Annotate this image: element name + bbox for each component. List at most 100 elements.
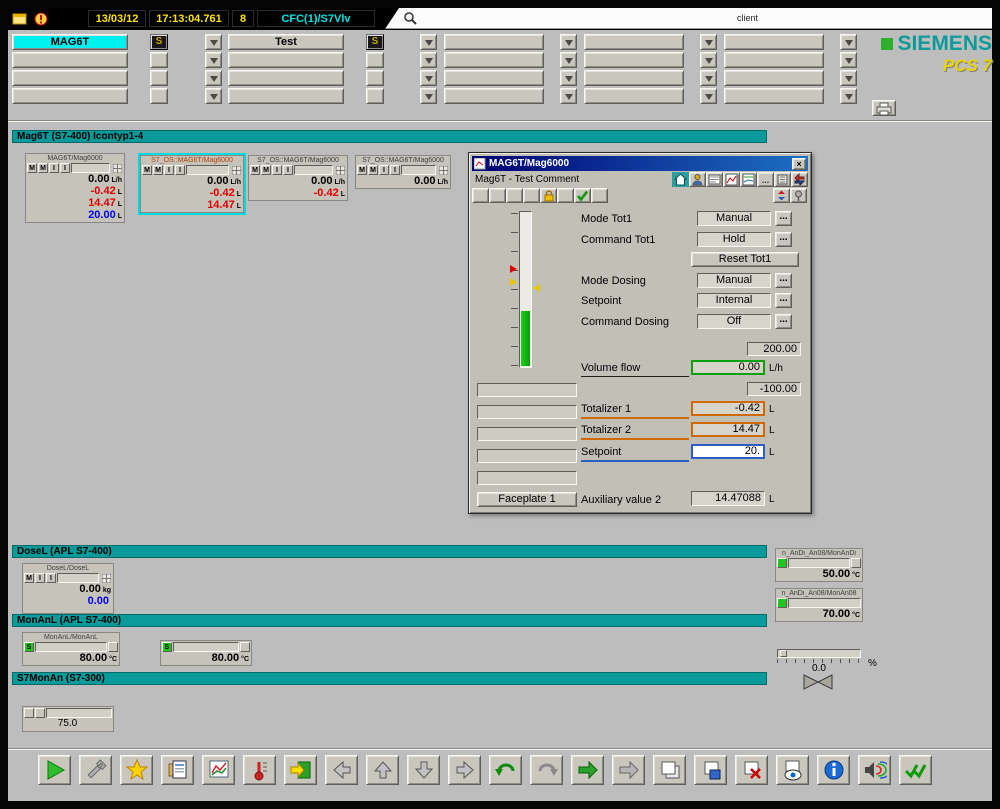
print-button[interactable]: [872, 100, 896, 116]
picture-preview-button[interactable]: [776, 755, 809, 785]
area-button-empty[interactable]: [584, 88, 684, 104]
mode-button-m[interactable]: M: [27, 163, 37, 173]
mode-button-i[interactable]: I: [46, 573, 56, 583]
confirm-button[interactable]: [574, 188, 591, 203]
command-button-3[interactable]: [506, 188, 523, 203]
redo-button[interactable]: [530, 755, 563, 785]
acknowledge-button[interactable]: [899, 755, 932, 785]
area-button-empty[interactable]: [584, 52, 684, 68]
mode-button-i[interactable]: I: [60, 163, 70, 173]
mode-button-m[interactable]: M: [24, 573, 34, 583]
block-icon-s7monan[interactable]: 75.0: [22, 706, 114, 732]
group-status-button-empty[interactable]: [150, 52, 168, 68]
area-button-empty[interactable]: [584, 34, 684, 50]
slider-track[interactable]: [777, 649, 861, 658]
mode-tot1-more-button[interactable]: ...: [775, 211, 792, 226]
picture-save-button[interactable]: [694, 755, 727, 785]
area-dropdown-2[interactable]: [420, 34, 437, 50]
sound-button[interactable]: [858, 755, 891, 785]
area-button-empty[interactable]: [444, 52, 544, 68]
setpoint-input[interactable]: 20.: [691, 444, 765, 459]
mini-button[interactable]: [35, 708, 45, 718]
area-dropdown[interactable]: [700, 52, 717, 68]
mode-dosing-value[interactable]: Manual: [697, 273, 771, 288]
command-button-1[interactable]: [472, 188, 489, 203]
group-status-button-1[interactable]: S: [150, 34, 168, 50]
mode-button-m[interactable]: M: [142, 165, 152, 175]
mode-button-i[interactable]: I: [175, 165, 185, 175]
area-dropdown[interactable]: [205, 88, 222, 104]
mode-button-i[interactable]: I: [390, 165, 400, 175]
area-dropdown[interactable]: [420, 70, 437, 86]
area-dropdown[interactable]: [840, 52, 857, 68]
picture-change-button[interactable]: [284, 755, 317, 785]
faceplate1-button[interactable]: Faceplate 1: [477, 492, 577, 507]
mode-button-i[interactable]: I: [283, 165, 293, 175]
mode-dosing-more-button[interactable]: ...: [775, 273, 792, 288]
setpoint-mode-more-button[interactable]: ...: [775, 293, 792, 308]
command-tot1-more-button[interactable]: ...: [775, 232, 792, 247]
command-dosing-value[interactable]: Off: [697, 314, 771, 329]
batch-view-button[interactable]: [774, 172, 791, 187]
message-view-button[interactable]: [706, 172, 723, 187]
picture-delete-button[interactable]: [735, 755, 768, 785]
run-button[interactable]: [38, 755, 71, 785]
group-status-button-2[interactable]: S: [366, 34, 384, 50]
operate-view-button[interactable]: [689, 172, 706, 187]
area-button-empty[interactable]: [724, 70, 824, 86]
alarm-bell-icon[interactable]: [33, 11, 49, 31]
thermometer-button[interactable]: [243, 755, 276, 785]
mode-button-m[interactable]: M: [38, 163, 48, 173]
area-dropdown[interactable]: [840, 70, 857, 86]
area-dropdown[interactable]: [840, 88, 857, 104]
mode-button-i[interactable]: I: [272, 165, 282, 175]
pin-button[interactable]: [790, 188, 807, 203]
area-button-empty[interactable]: [228, 70, 344, 86]
group-status-button-empty[interactable]: [150, 70, 168, 86]
picture-stack-button[interactable]: [653, 755, 686, 785]
nav-right-button[interactable]: [448, 755, 481, 785]
block-icon-monanl-1[interactable]: MonAnL/MonAnL S 80.00°C: [22, 632, 120, 666]
block-icon-mag6000-1[interactable]: MAG6T/Mag6000 M M I I 0.00L/h -0.42L 14.…: [25, 153, 125, 223]
group-status-button-empty[interactable]: [366, 52, 384, 68]
command-button-2[interactable]: [489, 188, 506, 203]
area-dropdown-4[interactable]: [700, 34, 717, 50]
trends-button[interactable]: [202, 755, 235, 785]
home-view-button[interactable]: [672, 172, 689, 187]
area-button-empty[interactable]: [444, 34, 544, 50]
nav-left-button[interactable]: [325, 755, 358, 785]
area-dropdown[interactable]: [205, 70, 222, 86]
mini-button[interactable]: [24, 708, 34, 718]
block-icon-dosel[interactable]: DoseL/DoseL M I I 0.00kg 0.00: [22, 563, 114, 614]
area-dropdown[interactable]: [560, 52, 577, 68]
favorites-button[interactable]: [120, 755, 153, 785]
slider-thumb[interactable]: [780, 650, 787, 657]
area-button-empty[interactable]: [724, 88, 824, 104]
picture-next-button[interactable]: [612, 755, 645, 785]
command-button-6[interactable]: [591, 188, 608, 203]
mode-tot1-value[interactable]: Manual: [697, 211, 771, 226]
block-icon-monan08[interactable]: n_AnDi_An08/MonAn08 70.00°C: [775, 588, 863, 622]
mode-button-m[interactable]: M: [357, 165, 367, 175]
area-dropdown-1[interactable]: [205, 34, 222, 50]
reset-tot1-button[interactable]: Reset Tot1: [691, 252, 799, 267]
block-icon-monandi[interactable]: n_AnDi_An08/MonAnDi 50.00°C: [775, 548, 863, 582]
simulation-badge[interactable]: S: [162, 642, 172, 652]
group-status-button-empty[interactable]: [366, 70, 384, 86]
mode-button-i[interactable]: I: [49, 163, 59, 173]
nav-up-button[interactable]: [366, 755, 399, 785]
group-status-button-empty[interactable]: [366, 88, 384, 104]
project-button[interactable]: [79, 755, 112, 785]
area-button-empty[interactable]: [724, 52, 824, 68]
info-button[interactable]: [817, 755, 850, 785]
area-button-empty[interactable]: [724, 34, 824, 50]
mode-button-i[interactable]: I: [379, 165, 389, 175]
valve-icon[interactable]: [803, 674, 833, 695]
block-icon-monanl-2[interactable]: S 80.00°C: [160, 640, 252, 666]
area-button-empty[interactable]: [228, 52, 344, 68]
area-button-empty[interactable]: [584, 70, 684, 86]
area-button-empty[interactable]: [12, 70, 128, 86]
split-button[interactable]: [773, 188, 790, 203]
mode-button-m[interactable]: M: [368, 165, 378, 175]
area-button-mag6t[interactable]: MAG6T: [12, 34, 128, 50]
